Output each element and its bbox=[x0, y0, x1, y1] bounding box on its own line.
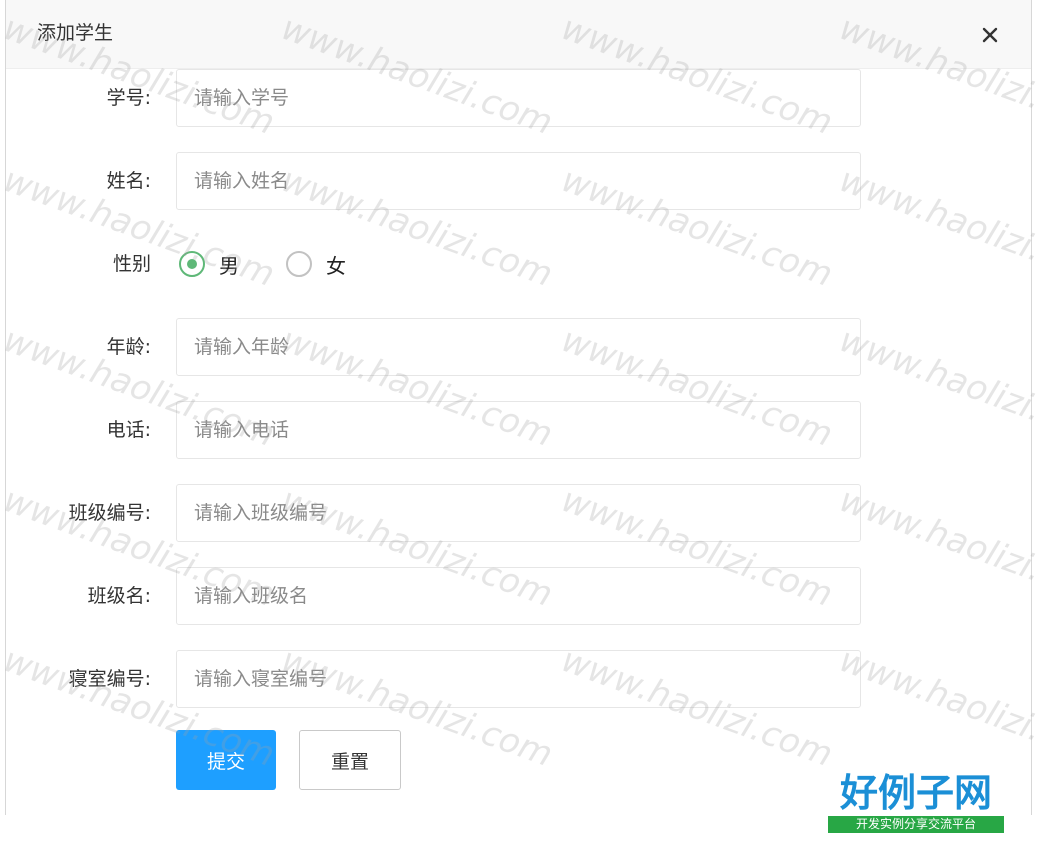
age-input[interactable] bbox=[176, 318, 861, 376]
class-no-label: 班级编号: bbox=[68, 502, 151, 524]
radio-unchecked-icon bbox=[286, 251, 312, 277]
phone-input[interactable] bbox=[176, 401, 861, 459]
logo-sub-text: 开发实例分享交流平台 bbox=[828, 816, 1004, 833]
reset-button[interactable]: 重置 bbox=[299, 730, 401, 790]
age-label: 年龄: bbox=[106, 336, 151, 358]
radio-checked-icon bbox=[179, 251, 205, 277]
dorm-no-input[interactable] bbox=[176, 650, 861, 708]
dorm-no-label: 寝室编号: bbox=[68, 668, 151, 690]
close-button[interactable] bbox=[975, 20, 1005, 50]
phone-label: 电话: bbox=[106, 419, 151, 441]
dialog-title: 添加学生 bbox=[37, 22, 114, 44]
gender-option-label: 男 bbox=[219, 253, 239, 278]
submit-button[interactable]: 提交 bbox=[176, 730, 276, 790]
student-no-input[interactable] bbox=[176, 69, 861, 127]
dialog-titlebar: 添加学生 bbox=[6, 0, 1031, 69]
gender-radio-female[interactable]: 女 bbox=[286, 248, 346, 280]
class-name-input[interactable] bbox=[176, 567, 861, 625]
student-no-label: 学号: bbox=[106, 87, 151, 109]
add-student-dialog: 添加学生 学号: 姓名: 性别 男 女 年龄: 电话: 班级编号: 班级名: 寝… bbox=[5, 0, 1032, 815]
gender-option-label: 女 bbox=[326, 253, 346, 278]
class-no-input[interactable] bbox=[176, 484, 861, 542]
close-icon bbox=[982, 27, 998, 43]
class-name-label: 班级名: bbox=[87, 585, 151, 607]
name-input[interactable] bbox=[176, 152, 861, 210]
gender-radio-male[interactable]: 男 bbox=[179, 248, 239, 280]
name-label: 姓名: bbox=[106, 170, 151, 192]
gender-label: 性别 bbox=[112, 253, 151, 275]
